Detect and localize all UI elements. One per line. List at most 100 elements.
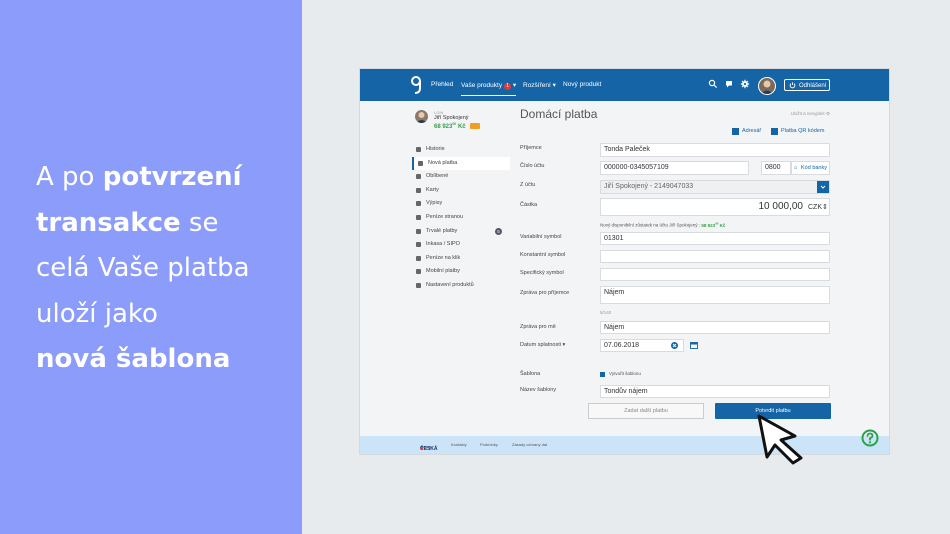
template-name-input[interactable]: Tondův nájem: [600, 385, 830, 398]
balance-currency: Kč: [457, 124, 466, 130]
save-draft-link[interactable]: Uložit a nevyplnit ⚙: [791, 111, 830, 117]
sidebar-item-label: Trvalé platby: [426, 227, 458, 234]
dropdown-button[interactable]: [817, 181, 829, 193]
card-icon: [416, 187, 421, 193]
template-name-label: Název šablony: [520, 387, 557, 393]
sidebar-item-history[interactable]: Historie: [412, 143, 510, 157]
headline-text: uloží jako: [36, 298, 158, 329]
message-recipient-input[interactable]: Nájem: [600, 286, 830, 304]
template-checkbox[interactable]: [600, 372, 605, 377]
balance-amount: 68 923: [434, 124, 453, 130]
headline-text: celá Vaše platba: [36, 253, 250, 283]
banking-app-window: Přehled Vaše produkty 1 ▾ Rozšíření ▾ Nov…: [359, 68, 890, 455]
qr-payment-link[interactable]: Platba QR kódem: [771, 128, 824, 135]
logout-button[interactable]: Odhlášení: [784, 79, 830, 91]
headline-bold: nová šablona: [36, 344, 231, 374]
amount-input[interactable]: 10 000,00: [600, 198, 830, 216]
george-logo-icon[interactable]: [410, 75, 422, 95]
save-draft-label: Uložit a nevyplnit: [790, 111, 825, 116]
user-name: Jiří Spokojený: [434, 115, 469, 121]
help-icon[interactable]: [861, 429, 879, 447]
clear-icon[interactable]: [671, 342, 678, 349]
sidebar-item-favorites[interactable]: Oblíbené: [412, 170, 510, 184]
sidebar-item-product-settings[interactable]: Nastavení produktů: [412, 279, 510, 293]
footer-contacts-link[interactable]: Kontakty: [451, 442, 467, 447]
sidebar-item-mobile-payments[interactable]: Mobilní platby: [412, 265, 510, 279]
sidebar-item-label: Peníze stranou: [426, 213, 463, 220]
click-icon: [416, 255, 421, 261]
from-account-select[interactable]: Jiří Spokojený - 2149047033: [600, 180, 830, 194]
from-account-label: Z účtu: [520, 182, 536, 188]
from-account-value: Jiří Spokojený - 2149047033: [604, 183, 694, 190]
slide-panel: A po potvrzení transakce se celá Vaše pl…: [0, 0, 302, 534]
gear-icon: ⚙: [825, 111, 830, 116]
sidebar-item-savings[interactable]: Peníze stranou: [412, 211, 510, 225]
mouse-pointer-icon: [757, 414, 803, 465]
user-balance: 68 92300 Kč: [434, 122, 466, 130]
footer-terms-link[interactable]: Podmínky: [480, 442, 498, 447]
hint-currency: Kč: [718, 222, 726, 228]
count-badge: 5: [495, 227, 502, 235]
bank-logo-subtext: spořitelna: [420, 446, 431, 449]
currency-select[interactable]: CZK⇕: [808, 203, 828, 211]
bank-icon: ⌂: [794, 165, 798, 171]
account-tag-icon: [470, 123, 480, 129]
message-me-input[interactable]: Nájem: [600, 321, 830, 334]
bank-code-input[interactable]: 0800: [761, 161, 791, 175]
mobile-icon: [416, 269, 421, 275]
sidebar-item-label: Nastavení produktů: [426, 281, 474, 288]
template-checkbox-label: Vytvořit šablonu: [609, 371, 641, 376]
calendar-icon: [416, 228, 421, 234]
sidebar-item-label: Výpisy: [426, 200, 443, 207]
sidebar-item-direct-debits[interactable]: Inkasa / SIPO: [412, 238, 510, 252]
specific-symbol-input[interactable]: [600, 268, 830, 281]
qr-code-icon: [771, 128, 778, 135]
variable-symbol-input[interactable]: 01301: [600, 232, 830, 245]
account-label: Číslo účtu: [520, 163, 545, 169]
nav-extensions-label: Rozšíření: [523, 82, 551, 89]
piggy-icon: [416, 214, 421, 220]
constant-symbol-input[interactable]: [600, 250, 830, 263]
footer-privacy-link[interactable]: Zásady ochrany dat: [512, 442, 547, 447]
nav-products[interactable]: Vaše produkty 1 ▾: [461, 81, 517, 96]
sidebar-item-label: Inkasa / SIPO: [426, 241, 460, 248]
star-icon: [416, 174, 421, 180]
sidebar-item-label: Historie: [426, 146, 445, 152]
account-number-input[interactable]: 000000-0345057109: [600, 161, 749, 175]
sidebar-item-statements[interactable]: Výpisy: [412, 197, 510, 211]
recipient-input[interactable]: Tonda Paleček: [600, 143, 830, 157]
headline-text: A po: [36, 162, 103, 192]
bank-code-lookup-button[interactable]: ⌂ Kód banky: [791, 161, 830, 175]
document-icon: [416, 201, 421, 207]
user-avatar[interactable]: [758, 77, 776, 95]
sidebar-item-label: Mobilní platby: [426, 268, 460, 275]
sidebar-item-quick-money[interactable]: Peníze na klik: [412, 252, 510, 266]
nav-extensions[interactable]: Rozšíření ▾: [523, 81, 556, 89]
sidebar-item-standing-orders[interactable]: Trvalé platby 5: [412, 225, 510, 239]
amount-label: Částka: [520, 202, 538, 208]
new-payment-button[interactable]: Zadat další platbu: [588, 403, 704, 419]
user-box[interactable]: LGIN Jiří Spokojený 68 92300 Kč: [412, 107, 510, 137]
sidebar-item-label: Peníze na klik: [426, 254, 461, 261]
sidebar-item-new-payment[interactable]: Nová platba: [412, 156, 510, 171]
invoice-icon: [416, 242, 421, 248]
nav-new-product[interactable]: Nový produkt: [563, 81, 601, 88]
calendar-icon[interactable]: [690, 341, 698, 349]
gear-icon[interactable]: [740, 79, 750, 89]
nav-overview[interactable]: Přehled: [431, 81, 453, 88]
due-date-label[interactable]: Datum splatnosti ▾: [520, 342, 565, 348]
notification-badge: 1: [504, 83, 512, 90]
recipient-label: Příjemce: [520, 145, 542, 151]
chat-icon[interactable]: [724, 79, 734, 89]
chevron-down-icon: [820, 185, 826, 189]
sidebar-item-cards[interactable]: Karty: [412, 184, 510, 198]
payment-icon: [418, 160, 423, 166]
address-book-link[interactable]: Adresář: [732, 128, 762, 135]
variable-symbol-label: Variabilní symbol: [520, 234, 562, 240]
address-book-label: Adresář: [742, 128, 762, 134]
search-icon[interactable]: [708, 79, 718, 89]
hint-text: Nový disponibilní zůstatek na účtu Jiří …: [600, 222, 702, 228]
list-icon: [416, 147, 421, 152]
message-recipient-label: Zpráva pro příjemce: [520, 290, 570, 296]
hint-amount: 58 923: [701, 222, 716, 228]
